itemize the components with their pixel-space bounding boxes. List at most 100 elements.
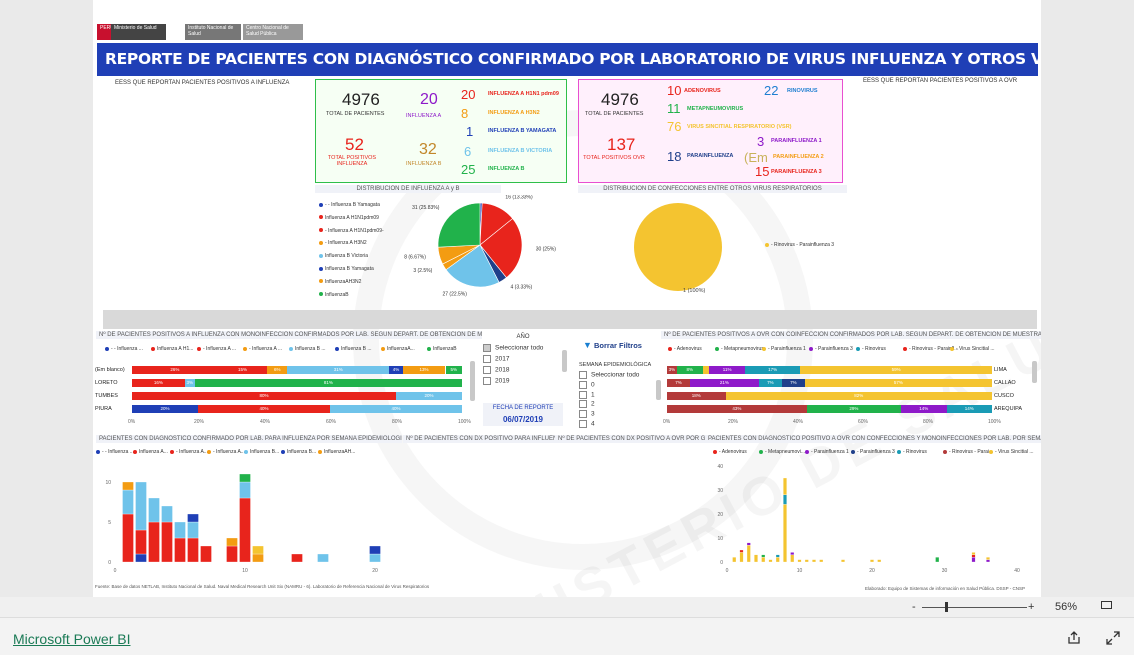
- week-option[interactable]: Seleccionar todo: [579, 371, 659, 379]
- checkbox[interactable]: [483, 355, 491, 363]
- column-segment[interactable]: [877, 559, 882, 563]
- bar-segment[interactable]: 26%: [132, 366, 218, 374]
- column-segment[interactable]: [841, 559, 845, 563]
- pie-flu-slice[interactable]: [437, 202, 481, 248]
- column-segment[interactable]: [783, 504, 787, 563]
- column-segment[interactable]: [187, 513, 199, 523]
- bar-segment[interactable]: 11%: [709, 366, 745, 374]
- bar-legend-item[interactable]: - Influenza A ...: [243, 346, 282, 352]
- column-segment[interactable]: [754, 554, 758, 563]
- column-segment[interactable]: [122, 481, 134, 491]
- zoom-out-button[interactable]: -: [912, 601, 916, 613]
- column-segment[interactable]: [148, 497, 160, 523]
- column-segment[interactable]: [135, 529, 147, 555]
- bar-segment[interactable]: 57%: [804, 379, 992, 387]
- bar-legend-item[interactable]: - Virus Sincitial ...: [950, 346, 995, 352]
- column-segment[interactable]: [239, 473, 251, 483]
- column-segment[interactable]: [870, 559, 874, 563]
- bar-legend-item[interactable]: - Metapneumovirus: [715, 346, 764, 352]
- column-segment[interactable]: [812, 559, 816, 563]
- column-segment[interactable]: [135, 553, 147, 563]
- column-segment[interactable]: [200, 545, 212, 563]
- column-segment[interactable]: [797, 559, 802, 563]
- year-option[interactable]: 2018: [483, 366, 563, 374]
- column-segment[interactable]: [122, 513, 134, 563]
- bar-segment[interactable]: 20%: [132, 405, 198, 413]
- column-segment[interactable]: [148, 521, 160, 563]
- col-legend-item[interactable]: - Metapneumovi...: [759, 449, 805, 455]
- column-segment[interactable]: [239, 481, 251, 499]
- column-segment[interactable]: [768, 559, 773, 563]
- zoom-in-button[interactable]: +: [1028, 601, 1034, 613]
- year-option[interactable]: Seleccionar todo: [483, 344, 563, 352]
- column-segment[interactable]: [252, 545, 264, 555]
- ovr-dept-scrollbar[interactable]: [1032, 361, 1037, 383]
- column-segment[interactable]: [252, 553, 264, 563]
- col-legend-item[interactable]: - Influenza A...: [170, 449, 208, 455]
- bar-segment[interactable]: 80%: [132, 392, 396, 400]
- bar-segment[interactable]: 21%: [689, 379, 759, 387]
- bar-segment[interactable]: 3%: [184, 379, 195, 387]
- checkbox[interactable]: [483, 344, 491, 352]
- bar-segment[interactable]: 5%: [445, 366, 462, 374]
- bar-legend-item[interactable]: InfluenzaA...: [381, 346, 415, 352]
- column-segment[interactable]: [226, 537, 238, 547]
- bar-segment[interactable]: 7%: [758, 379, 782, 387]
- col-legend-item[interactable]: - - Influenza ...: [96, 449, 134, 455]
- column-segment[interactable]: [804, 559, 809, 563]
- flu-dept-scrollbar[interactable]: [470, 361, 475, 401]
- bar-segment[interactable]: 17%: [745, 366, 801, 374]
- column-segment[interactable]: [775, 557, 780, 563]
- column-segment[interactable]: [971, 552, 976, 555]
- column-segment[interactable]: [746, 545, 751, 563]
- column-segment[interactable]: [935, 557, 940, 563]
- bar-segment[interactable]: 13%: [402, 366, 446, 374]
- column-segment[interactable]: [187, 537, 199, 563]
- bar-segment[interactable]: 43%: [667, 405, 807, 413]
- flu-week-chart[interactable]: 0 5 10 0 10 20: [93, 456, 403, 574]
- checkbox[interactable]: [483, 366, 491, 374]
- column-segment[interactable]: [761, 554, 766, 558]
- column-segment[interactable]: [819, 559, 824, 563]
- column-segment[interactable]: [775, 554, 780, 558]
- bar-legend-item[interactable]: - - Influenza ...: [105, 346, 143, 352]
- week-scrollbar[interactable]: [656, 380, 661, 400]
- powerbi-link[interactable]: Microsoft Power BI: [13, 631, 130, 647]
- col-legend-item[interactable]: Influenza A...: [133, 449, 168, 455]
- column-segment[interactable]: [971, 554, 976, 558]
- col-legend-item[interactable]: - Parainfluenza 1: [805, 449, 849, 455]
- col-legend-item[interactable]: Influenza B...: [244, 449, 279, 455]
- column-segment[interactable]: [739, 549, 744, 553]
- column-segment[interactable]: [783, 494, 787, 505]
- week-option[interactable]: 2: [579, 400, 659, 409]
- column-segment[interactable]: [187, 521, 199, 539]
- bar-legend-item[interactable]: - Parainfluenza 3: [809, 346, 853, 352]
- pie-flu-chart[interactable]: 1 (0.83%)16 (13.33%)30 (25%)4 (3.33%)27 …: [308, 195, 558, 300]
- bar-segment[interactable]: 59%: [800, 366, 992, 374]
- column-segment[interactable]: [732, 557, 737, 563]
- col-legend-item[interactable]: - Rinovirus: [897, 449, 927, 455]
- column-segment[interactable]: [971, 557, 976, 563]
- ovr-week-chart[interactable]: 0 10 20 30 40 0 10 20 30 40: [703, 456, 1038, 574]
- week-slicer[interactable]: SEMANA EPIDEMIOLÓGICA Seleccionar todo 0 1…: [579, 362, 659, 430]
- checkbox[interactable]: [483, 377, 491, 385]
- column-segment[interactable]: [790, 552, 795, 555]
- col-legend-item[interactable]: - Virus Sincitial ...: [989, 449, 1034, 455]
- column-segment[interactable]: [369, 553, 381, 563]
- checkbox[interactable]: [579, 400, 587, 409]
- week-option[interactable]: 4: [579, 419, 659, 428]
- column-segment[interactable]: [174, 521, 186, 539]
- pie-ovr-legend-item[interactable]: - Rinovirus - Parainfluenza 3: [765, 242, 834, 248]
- checkbox[interactable]: [579, 390, 587, 399]
- column-segment[interactable]: [317, 553, 329, 563]
- zoom-slider-thumb[interactable]: [945, 602, 948, 612]
- checkbox[interactable]: [579, 371, 587, 379]
- bar-legend-item[interactable]: Influenza A H1...: [151, 346, 193, 352]
- pie-ovr-slice[interactable]: [634, 203, 722, 291]
- bar-legend-item[interactable]: - Influenza A ...: [197, 346, 236, 352]
- bar-legend-item[interactable]: InfluenzaB: [427, 346, 457, 352]
- column-segment[interactable]: [239, 497, 251, 563]
- bar-segment[interactable]: 15%: [217, 366, 268, 374]
- bar-legend-item[interactable]: Influenza B ...: [289, 346, 326, 352]
- column-segment[interactable]: [174, 537, 186, 563]
